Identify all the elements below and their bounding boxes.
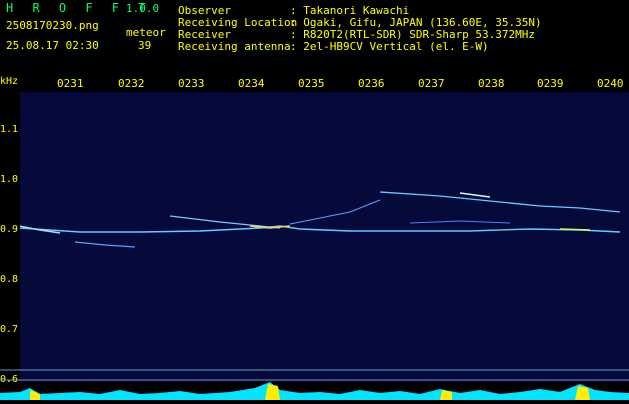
frequency-tick: 0.8	[0, 274, 19, 285]
time-tick: 0240	[597, 77, 624, 90]
time-tick: 0238	[478, 77, 505, 90]
time-tick: 0233	[178, 77, 205, 90]
frequency-tick: 0.7	[0, 324, 19, 335]
antenna-value: : 2el-HB9CV Vertical (el. E-W)	[290, 40, 489, 53]
spectrogram-plot	[20, 92, 629, 382]
meteor-head	[559, 228, 591, 231]
datetime-label: 25.08.17 02:30	[6, 39, 99, 52]
time-tick: 0232	[118, 77, 145, 90]
time-tick: 0234	[238, 77, 265, 90]
meteor-count: 39	[138, 39, 152, 52]
filename-label: 2508170230.png	[6, 19, 99, 32]
frequency-tick: 0.9	[0, 224, 19, 235]
level-fill	[0, 382, 629, 400]
antenna-label: Receiving antenna	[178, 40, 291, 53]
meteor-label: meteor	[126, 26, 166, 39]
frequency-tick: 1.0	[0, 174, 19, 185]
time-tick: 0231	[57, 77, 84, 90]
version-label: 1.0.0	[126, 2, 160, 15]
time-axis: 0231 0232 0233 0234 0235 0236 0237 0238 …	[0, 78, 629, 92]
signal-level-strip	[0, 368, 629, 400]
frequency-unit: kHz	[0, 76, 19, 87]
time-tick: 0237	[418, 77, 445, 90]
time-tick: 0239	[537, 77, 564, 90]
signal-level-plot	[0, 369, 629, 400]
header-panel: H R O F F T 1.0.0 2508170230.png meteor …	[0, 0, 629, 76]
frequency-axis: kHz 1.1 1.0 0.9 0.8 0.7 0.6	[0, 76, 20, 400]
time-tick: 0235	[298, 77, 325, 90]
frequency-tick: 1.1	[0, 124, 19, 135]
time-tick: 0236	[358, 77, 385, 90]
spectrogram-panel	[20, 92, 629, 382]
